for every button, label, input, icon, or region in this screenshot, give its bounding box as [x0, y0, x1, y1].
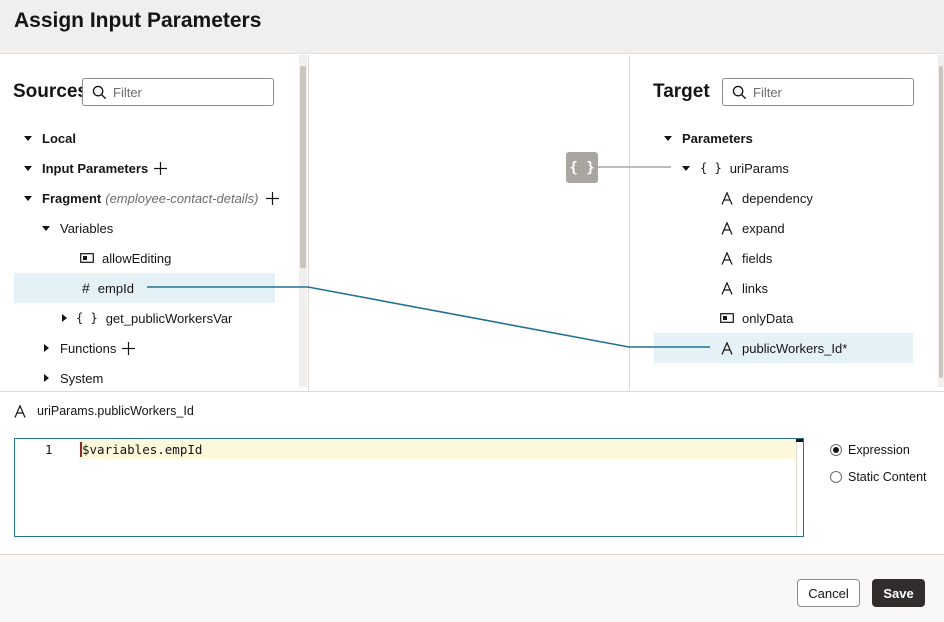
string-icon — [14, 404, 26, 418]
tree-item-variables[interactable]: Variables — [42, 213, 113, 243]
radio-expression-label: Expression — [848, 443, 910, 457]
object-icon: { } — [700, 161, 722, 175]
tree-item-uri-params[interactable]: { } uriParams — [682, 153, 789, 183]
string-icon — [721, 281, 733, 295]
chevron-down-icon[interactable] — [24, 165, 32, 171]
expression-code[interactable]: $variables.empId — [80, 442, 202, 457]
cancel-button[interactable]: Cancel — [797, 579, 860, 607]
radio-static-content-label: Static Content — [848, 470, 927, 484]
target-path: uriParams.publicWorkers_Id — [14, 404, 194, 418]
tree-item-dependency[interactable]: dependency — [721, 183, 813, 213]
line-number: 1 — [45, 442, 53, 457]
add-function-icon[interactable] — [122, 341, 136, 355]
tree-item-functions[interactable]: Functions — [44, 333, 136, 363]
dialog-title: Assign Input Parameters — [14, 9, 262, 32]
number-icon: # — [82, 280, 90, 296]
target-title: Target — [653, 81, 710, 102]
radio-expression[interactable] — [830, 444, 842, 456]
tree-item-empid[interactable]: # empId — [14, 273, 275, 303]
target-filter-input[interactable]: Filter — [722, 78, 914, 106]
tree-item-system[interactable]: System — [44, 363, 103, 393]
chevron-down-icon[interactable] — [682, 165, 690, 171]
search-icon — [92, 85, 107, 100]
target-scrollbar-thumb[interactable] — [939, 66, 943, 378]
string-icon — [721, 251, 733, 265]
chevron-down-icon[interactable] — [24, 195, 32, 201]
tree-item-links[interactable]: links — [721, 273, 768, 303]
string-icon — [721, 191, 733, 205]
editor-scrollbar[interactable] — [796, 439, 797, 536]
save-button[interactable]: Save — [872, 579, 925, 607]
uri-params-mapping-badge[interactable]: { } — [566, 152, 598, 183]
static-content-radio[interactable]: Static Content — [830, 470, 927, 484]
dialog-header: Assign Input Parameters — [0, 0, 944, 54]
sources-divider — [308, 55, 309, 390]
tree-item-fragment[interactable]: Fragment (employee-contact-details) — [24, 183, 280, 213]
expression-editor[interactable]: 1 $variables.empId — [14, 438, 804, 537]
sources-filter-placeholder: Filter — [113, 84, 142, 100]
object-icon: { } — [76, 311, 98, 325]
sources-title: Sources — [13, 81, 88, 102]
tree-item-local[interactable]: Local — [24, 123, 76, 153]
chevron-down-icon[interactable] — [24, 135, 32, 141]
string-icon — [721, 341, 733, 355]
sources-filter-input[interactable]: Filter — [82, 78, 274, 106]
tree-item-input-parameters[interactable]: Input Parameters — [24, 153, 168, 183]
tree-item-public-workers-id[interactable]: publicWorkers_Id* — [654, 333, 913, 363]
chevron-right-icon[interactable] — [44, 344, 49, 352]
tree-item-only-data[interactable]: onlyData — [720, 303, 793, 333]
target-path-text: uriParams.publicWorkers_Id — [37, 404, 194, 418]
chevron-down-icon[interactable] — [42, 225, 50, 231]
chevron-right-icon[interactable] — [44, 374, 49, 382]
tree-item-fields[interactable]: fields — [721, 243, 772, 273]
tree-item-parameters[interactable]: Parameters — [664, 123, 753, 153]
sources-scrollbar-thumb[interactable] — [300, 66, 306, 268]
chevron-right-icon[interactable] — [62, 314, 67, 322]
add-input-parameter-icon[interactable] — [154, 161, 168, 175]
string-icon — [721, 221, 733, 235]
boolean-icon — [720, 313, 734, 323]
target-divider — [629, 55, 630, 390]
chevron-down-icon[interactable] — [664, 135, 672, 141]
search-icon — [732, 85, 747, 100]
target-filter-placeholder: Filter — [753, 84, 782, 100]
add-fragment-icon[interactable] — [266, 191, 280, 205]
tree-item-expand[interactable]: expand — [721, 213, 785, 243]
editor-scrollbar-thumb[interactable] — [796, 439, 803, 442]
boolean-icon — [80, 253, 94, 263]
tree-item-allow-editing[interactable]: allowEditing — [80, 243, 171, 273]
fragment-name: (employee-contact-details) — [105, 190, 259, 206]
tree-item-get-public-workers-var[interactable]: { } get_publicWorkersVar — [62, 303, 232, 333]
expression-radio[interactable]: Expression — [830, 443, 910, 457]
radio-static-content[interactable] — [830, 471, 842, 483]
